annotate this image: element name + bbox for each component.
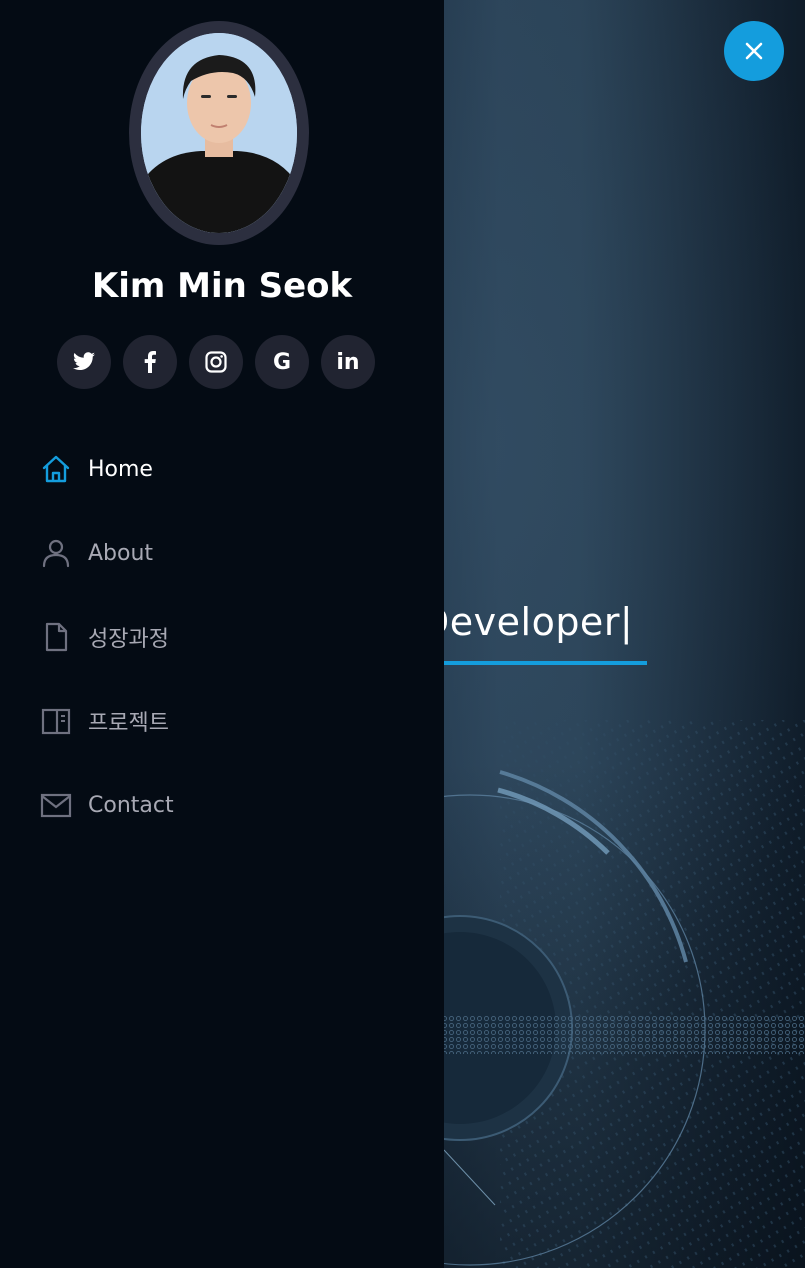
nav-label-growth: 성장과정 [88,627,169,652]
nav-item-home[interactable]: Home [40,427,400,511]
nav-item-contact[interactable]: Contact [40,763,400,847]
nav-label-projects: 프로젝트 [88,711,169,736]
twitter-icon [73,352,95,371]
facebook-link[interactable] [123,335,177,389]
home-icon [40,453,72,485]
google-icon: G [272,349,292,375]
typed-underline [440,661,647,665]
profile-name: Kim Min Seok [91,266,353,306]
twitter-link[interactable] [57,335,111,389]
avatar-frame [129,21,309,245]
person-icon [40,537,72,569]
instagram-link[interactable] [189,335,243,389]
nav-label-contact: Contact [88,792,174,818]
book-icon [40,705,72,737]
social-links: G in [57,335,375,389]
nav-menu: Home About 성장과정 프로젝트 Contact [40,440,400,860]
nav-label-about: About [88,540,154,566]
typed-role-text: Developer| [420,600,634,644]
facebook-icon [144,351,156,373]
file-icon [40,621,72,653]
close-icon [745,42,763,60]
profile-photo [141,33,297,233]
linkedin-link[interactable]: in [321,335,375,389]
google-link[interactable]: G [255,335,309,389]
close-menu-button[interactable] [724,21,784,81]
instagram-icon [205,351,227,373]
envelope-icon [40,789,72,821]
linkedin-icon: in [336,349,360,375]
avatar [141,33,297,233]
nav-item-growth[interactable]: 성장과정 [40,595,400,679]
sidebar: Kim Min Seok G in Home About 성장과정 프로젝트 C… [0,0,444,1268]
nav-label-home: Home [88,456,153,482]
nav-item-projects[interactable]: 프로젝트 [40,679,400,763]
nav-item-about[interactable]: About [40,511,400,595]
